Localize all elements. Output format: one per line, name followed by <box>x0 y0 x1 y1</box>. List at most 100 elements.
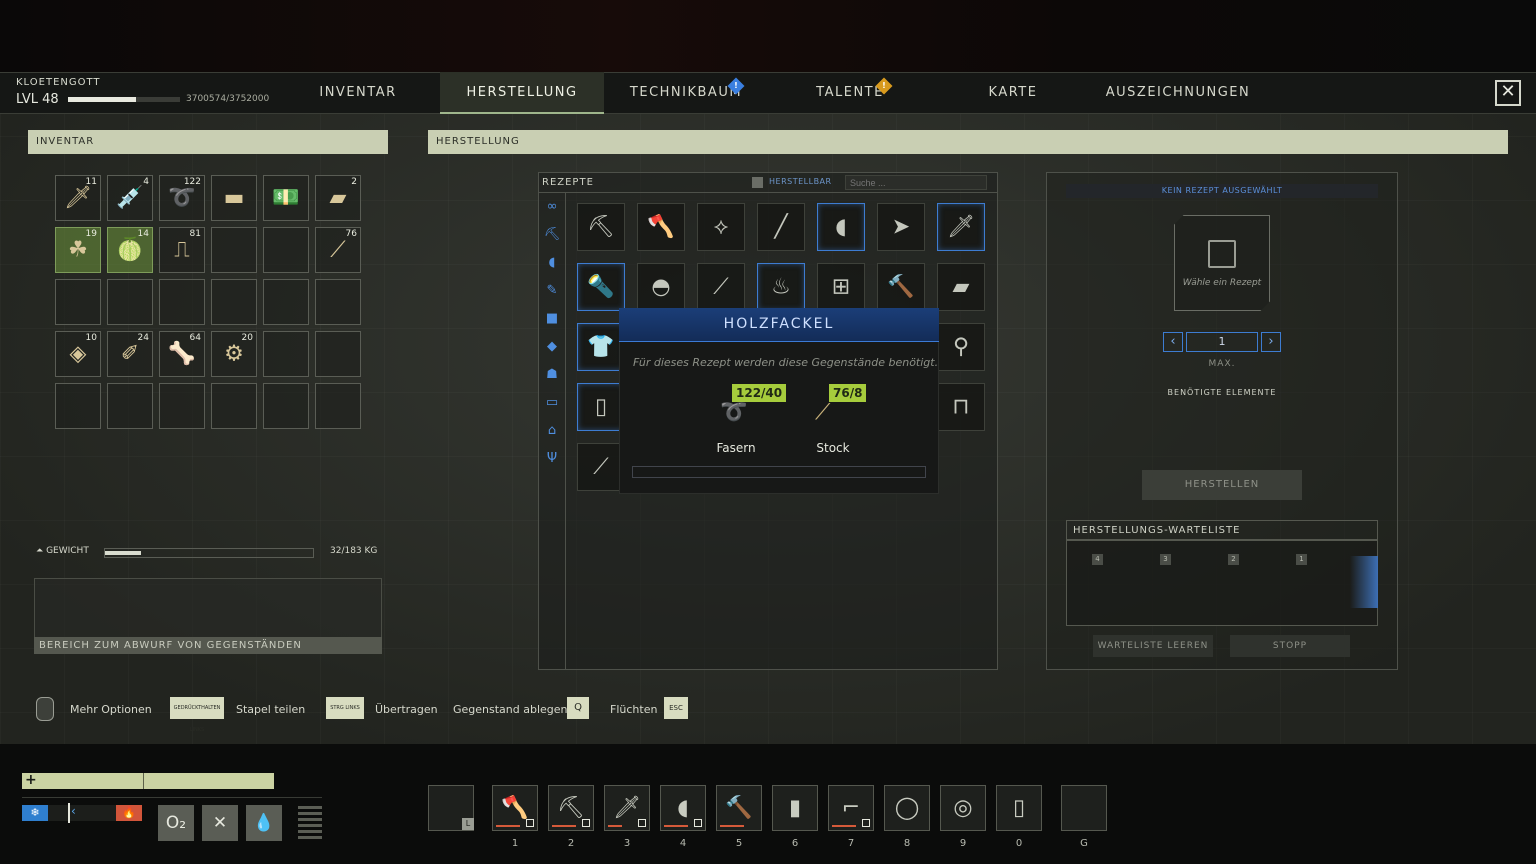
recipe-slot[interactable]: ⟋ <box>697 263 745 311</box>
craftable-checkbox[interactable] <box>752 177 763 188</box>
hotbar-slot[interactable]: ⌐ <box>828 785 874 831</box>
hotbar-slot[interactable]: 🔨 <box>716 785 762 831</box>
campfire-icon: ♨ <box>771 274 791 300</box>
bow-icon[interactable]: ◖ <box>543 254 561 272</box>
queue-accent <box>1350 556 1378 608</box>
inventory-slot[interactable] <box>315 331 361 377</box>
animal-icon[interactable]: ☗ <box>543 366 561 384</box>
nav-bar <box>0 72 1536 114</box>
tent-icon[interactable]: ⌂ <box>543 422 561 440</box>
hotbar-key: 4 <box>679 838 687 849</box>
clear-queue-button[interactable]: WARTELISTE LEEREN <box>1093 635 1213 657</box>
recipe-slot[interactable]: ▰ <box>937 263 985 311</box>
inventory-slot[interactable]: ▬ <box>211 175 257 221</box>
inventory-slot[interactable] <box>159 383 205 429</box>
hotbar-slot[interactable]: ◖ <box>660 785 706 831</box>
close-button[interactable]: ✕ <box>1495 80 1521 106</box>
tooltip-description: Für dieses Rezept werden diese Gegenstän… <box>633 356 939 369</box>
scrap-icon: ⚙ <box>224 341 244 367</box>
hotbar-slot[interactable]: 🪓 <box>492 785 538 831</box>
inventory-slot[interactable] <box>263 383 309 429</box>
recipe-slot[interactable]: ➤ <box>877 203 925 251</box>
inventory-slot[interactable] <box>263 279 309 325</box>
weight-label: ⏶ GEWICHT <box>36 546 89 556</box>
cutlery-icon[interactable]: Ψ <box>543 450 561 468</box>
inventory-slot[interactable]: 💵 <box>263 175 309 221</box>
weight-text: 32/183 KG <box>330 546 378 556</box>
inventory-slot[interactable] <box>211 227 257 273</box>
hotbar-slot[interactable]: ◯ <box>884 785 930 831</box>
inventory-slot[interactable]: ✐ 24 <box>107 331 153 377</box>
inventory-slot[interactable]: 🦴 64 <box>159 331 205 377</box>
hotbar-slot[interactable]: ▮ <box>772 785 818 831</box>
inventory-slot[interactable]: ⚙ 20 <box>211 331 257 377</box>
recipe-slot[interactable]: 🔦 <box>577 263 625 311</box>
recipe-slot[interactable]: 🔨 <box>877 263 925 311</box>
pickaxe-icon[interactable]: ⛏ <box>543 226 561 244</box>
tab-technikbaum[interactable]: TECHNIKBAUM <box>620 72 752 114</box>
hotbar-slot[interactable]: ⛏ <box>548 785 594 831</box>
max-button[interactable]: MAX. <box>1174 359 1270 369</box>
inventory-slot[interactable]: ➰ 122 <box>159 175 205 221</box>
hotbar-slot[interactable]: 🗡 <box>604 785 650 831</box>
recipe-slot[interactable]: 🪓 <box>637 203 685 251</box>
chest-icon[interactable]: ▭ <box>543 394 561 412</box>
recipe-slot[interactable]: ⚲ <box>937 323 985 371</box>
recipe-slot[interactable]: ╱ <box>757 203 805 251</box>
hotbar-slot[interactable]: ▯ <box>996 785 1042 831</box>
stop-button[interactable]: STOPP <box>1230 635 1350 657</box>
recipe-slot[interactable]: ⛏ <box>577 203 625 251</box>
inventory-slot[interactable] <box>159 279 205 325</box>
crafting-header: HERSTELLUNG <box>428 130 1508 154</box>
inventory-slot[interactable]: ⟋ 76 <box>315 227 361 273</box>
inventory-slot[interactable]: 💉 4 <box>107 175 153 221</box>
tab-herstellung[interactable]: HERSTELLUNG <box>440 72 604 114</box>
stat-level-bars <box>298 806 322 842</box>
infinity-icon[interactable]: ∞ <box>543 198 561 216</box>
hotbar-slot[interactable]: ◎ <box>940 785 986 831</box>
inventory-slot[interactable]: ⎍ 81 <box>159 227 205 273</box>
inventory-slot[interactable] <box>107 383 153 429</box>
recipe-slot[interactable]: ◖ <box>817 203 865 251</box>
inventory-slot[interactable] <box>55 383 101 429</box>
item-count: 11 <box>85 177 97 187</box>
decrease-button[interactable]: ‹ <box>1163 332 1183 352</box>
recipe-slot[interactable]: ◓ <box>637 263 685 311</box>
quantity-field[interactable]: 1 <box>1186 332 1258 352</box>
recipe-slot[interactable]: ⊓ <box>937 383 985 431</box>
cube-icon[interactable]: ■ <box>543 310 561 328</box>
increase-button[interactable]: › <box>1261 332 1281 352</box>
inventory-slot[interactable]: ▰ 2 <box>315 175 361 221</box>
recipe-slot[interactable]: ♨ <box>757 263 805 311</box>
tab-karte[interactable]: KARTE <box>970 72 1056 114</box>
inventory-slot[interactable] <box>211 279 257 325</box>
inventory-slot[interactable] <box>55 279 101 325</box>
recipe-slot[interactable]: ▯ <box>577 383 625 431</box>
inventory-slot[interactable]: 🗡 11 <box>55 175 101 221</box>
recipe-slot[interactable]: 🗡 <box>937 203 985 251</box>
inventory-slot[interactable]: 🍈 14 <box>107 227 153 273</box>
fiber-icon: ➰ <box>168 185 196 211</box>
inventory-slot[interactable] <box>263 227 309 273</box>
tab-auszeichnungen[interactable]: AUSZEICHNUNGEN <box>1100 72 1256 114</box>
craft-button[interactable]: HERSTELLEN <box>1142 470 1302 500</box>
inventory-slot[interactable] <box>315 279 361 325</box>
inventory-slot[interactable] <box>263 331 309 377</box>
shield-icon[interactable]: ◆ <box>543 338 561 356</box>
hint-label: Flüchten <box>610 703 658 716</box>
tab-inventar[interactable]: INVENTAR <box>300 72 416 114</box>
recipe-slot[interactable]: ⟡ <box>697 203 745 251</box>
inventory-slot[interactable] <box>315 383 361 429</box>
inventory-slot[interactable]: ☘ 19 <box>55 227 101 273</box>
tool-icon[interactable]: ✎ <box>543 282 561 300</box>
inventory-slot[interactable]: ◈ 10 <box>55 331 101 377</box>
inventory-slot[interactable] <box>211 383 257 429</box>
recipe-slot[interactable]: ⊞ <box>817 263 865 311</box>
hotbar-slot[interactable] <box>1061 785 1107 831</box>
recipe-slot[interactable]: 👕 <box>577 323 625 371</box>
shirt-icon: 👕 <box>587 334 615 360</box>
inventory-slot[interactable] <box>107 279 153 325</box>
recipe-slot[interactable]: ⟋ <box>577 443 625 491</box>
recipe-search-input[interactable] <box>845 175 987 190</box>
player-name: KLOETENGOTT <box>16 77 101 88</box>
